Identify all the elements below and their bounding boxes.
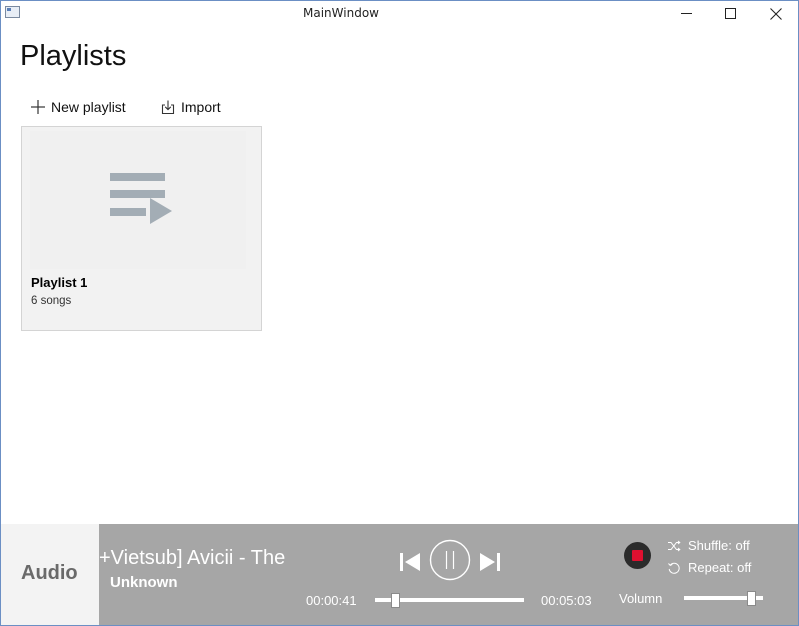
playlist-name: Playlist 1: [31, 275, 88, 290]
window-title: MainWindow: [303, 6, 379, 20]
seek-slider[interactable]: [375, 593, 524, 608]
player-section-panel: Audio: [1, 524, 99, 625]
volume-slider[interactable]: [684, 591, 763, 606]
playlist-icon: [110, 173, 172, 224]
close-icon: [770, 7, 782, 20]
playlist-card[interactable]: Playlist 1 6 songs: [21, 126, 262, 331]
main-window: MainWindow Playlists New playlist Import…: [0, 0, 799, 626]
import-icon: [161, 100, 175, 115]
shuffle-icon: [668, 540, 681, 551]
plus-icon: [31, 100, 45, 114]
track-title: +Vietsub] Avicii - The: [99, 547, 286, 569]
close-button[interactable]: [753, 1, 798, 26]
minimize-button[interactable]: [663, 1, 709, 26]
new-playlist-label: New playlist: [51, 99, 126, 115]
new-playlist-button[interactable]: New playlist: [30, 96, 126, 118]
volume-label: Volumn: [619, 591, 663, 606]
title-bar[interactable]: MainWindow: [1, 1, 798, 26]
repeat-label: Repeat: off: [688, 560, 752, 575]
total-time: 00:05:03: [541, 593, 592, 608]
track-title-container: +Vietsub] Avicii - The: [99, 547, 291, 573]
current-time: 00:00:41: [306, 593, 357, 608]
page-title: Playlists: [20, 40, 127, 72]
maximize-button[interactable]: [707, 1, 753, 26]
playlist-thumbnail: [30, 131, 246, 269]
pause-icon[interactable]: [429, 539, 471, 581]
player-bar: Audio +Vietsub] Avicii - The Unknown 00:…: [1, 524, 798, 625]
track-artist: Unknown: [110, 574, 178, 591]
maximize-icon: [724, 8, 736, 19]
repeat-toggle[interactable]: Repeat: off: [667, 560, 751, 575]
minimize-icon: [680, 13, 692, 14]
player-section-label: Audio: [21, 562, 78, 584]
import-button[interactable]: Import: [160, 96, 221, 118]
stop-record-icon: [632, 550, 643, 561]
shuffle-label: Shuffle: off: [688, 538, 750, 553]
seek-thumb[interactable]: [391, 593, 401, 608]
repeat-icon: [668, 562, 680, 574]
shuffle-toggle[interactable]: Shuffle: off: [667, 538, 750, 553]
skip-previous-icon[interactable]: [398, 550, 422, 574]
playlist-song-count: 6 songs: [31, 295, 72, 307]
skip-next-icon[interactable]: [478, 550, 502, 574]
volume-thumb[interactable]: [747, 591, 757, 606]
record-stop-button[interactable]: [624, 542, 651, 569]
import-label: Import: [181, 99, 221, 115]
